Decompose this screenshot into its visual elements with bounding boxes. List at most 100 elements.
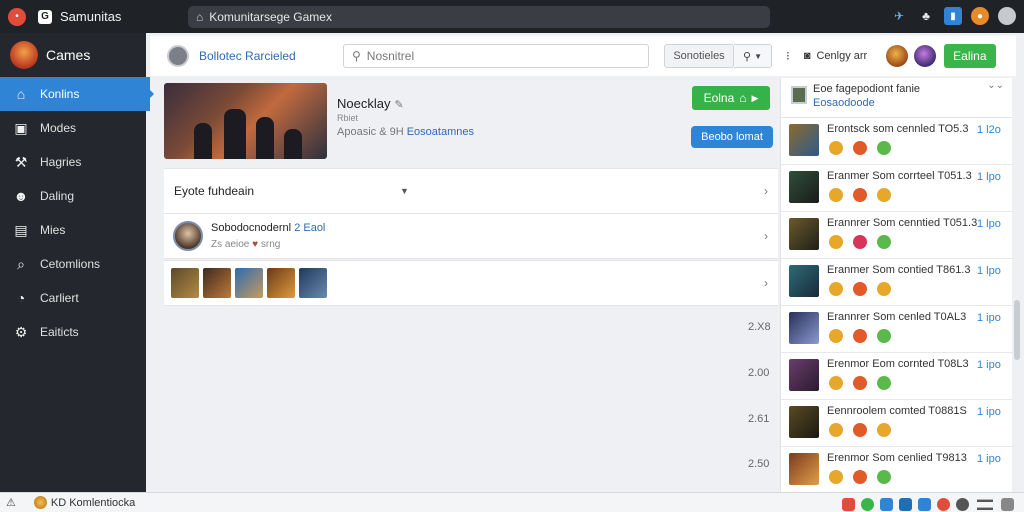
profile-icon[interactable]: ● — [971, 7, 989, 25]
tray-app-icon[interactable] — [861, 497, 874, 511]
chevron-right-icon[interactable]: › — [764, 276, 768, 290]
emoji-icon[interactable] — [829, 423, 843, 437]
sidebar-item-carliert[interactable]: ◔ Carliert — [0, 281, 146, 315]
tray-app-icon[interactable] — [899, 497, 912, 511]
activity-thumbnail[interactable] — [789, 218, 819, 250]
like-icon[interactable] — [877, 376, 891, 390]
game-thumbnail[interactable] — [171, 268, 199, 298]
account-avatar-icon[interactable] — [998, 7, 1016, 25]
game-thumbnail[interactable] — [203, 268, 231, 298]
like-icon[interactable] — [877, 235, 891, 249]
user-name[interactable]: Bollotec Rarcieled — [199, 49, 329, 63]
activity-panel-link[interactable]: Eosaodoode — [813, 97, 875, 109]
like-icon[interactable] — [877, 329, 891, 343]
tray-app-icon[interactable] — [842, 497, 855, 511]
vertical-dots-icon[interactable]: ⁝ — [786, 49, 790, 63]
activity-link[interactable]: 1 l2o — [977, 124, 1001, 136]
emoji-icon[interactable] — [877, 188, 891, 202]
activity-thumbnail[interactable] — [789, 453, 819, 485]
activity-thumbnail[interactable] — [789, 124, 819, 156]
activity-item[interactable]: Eennroolem comted T0881S 1 ipo — [781, 400, 1013, 447]
filter-dropdown[interactable]: ⚲ ▼ — [734, 44, 772, 68]
friend-avatar[interactable] — [913, 45, 936, 67]
activity-item[interactable]: Erannrer Som cenled T0AL3 1 ipo — [781, 306, 1013, 353]
chevron-right-icon[interactable]: › — [764, 229, 768, 243]
edit-icon[interactable]: ✎ — [394, 99, 403, 111]
activity-thumbnail[interactable] — [789, 265, 819, 297]
activity-link[interactable]: 1 lpo — [977, 265, 1001, 277]
sidebar-item-cetomlions[interactable]: ⌕ Cetomlions — [0, 247, 146, 281]
activity-item[interactable]: Eranmer Som contied T861.3 1 lpo — [781, 259, 1013, 306]
sidebar-brand[interactable]: Cames — [0, 33, 146, 77]
game-meta-link[interactable]: Eosoatamnes — [407, 126, 474, 138]
emoji-icon[interactable] — [877, 282, 891, 296]
activity-link[interactable]: 1 lpo — [977, 218, 1001, 230]
chevron-double-down-icon[interactable]: ⌄⌄ — [987, 80, 1004, 91]
warning-icon[interactable]: ⚠ — [6, 496, 16, 509]
emoji-icon[interactable] — [829, 282, 843, 296]
sort-button[interactable]: Sonotieles — [664, 44, 734, 68]
tray-app-icon[interactable] — [880, 497, 893, 511]
heart-icon[interactable] — [853, 282, 867, 296]
heart-icon[interactable] — [853, 141, 867, 155]
extension-icon[interactable]: ✈ — [890, 7, 908, 25]
emoji-icon[interactable] — [829, 329, 843, 343]
bookmark-icon[interactable]: ▮ — [944, 7, 962, 25]
chevron-right-icon[interactable]: › — [764, 184, 768, 198]
heart-icon[interactable] — [853, 329, 867, 343]
play-button[interactable]: Eolna ⌂ ▶ — [692, 86, 770, 110]
activity-item[interactable]: Erontsck som cennled TO5.3 1 l2o — [781, 118, 1013, 165]
activity-link[interactable]: 1 ipo — [977, 312, 1001, 324]
emoji-icon[interactable] — [877, 423, 891, 437]
emoji-icon[interactable] — [829, 235, 843, 249]
user-row-badge[interactable]: 2 Eaol — [294, 222, 325, 234]
emoji-icon[interactable] — [829, 470, 843, 484]
address-bar[interactable]: ⌂ Komunitarsege Gamex — [188, 5, 770, 28]
heart-icon[interactable] — [853, 470, 867, 484]
sidebar-item-mies[interactable]: ▤ Mies — [0, 213, 146, 247]
friend-avatar[interactable] — [885, 45, 908, 67]
app-icon[interactable] — [33, 496, 47, 509]
like-icon[interactable] — [877, 470, 891, 484]
sidebar-item-hagries[interactable]: ⚒ Hagries — [0, 145, 146, 179]
user-avatar[interactable] — [167, 45, 189, 67]
online-button[interactable]: Ealina — [943, 44, 996, 68]
chevron-down-icon[interactable]: ▼ — [400, 186, 409, 196]
scrollbar[interactable] — [1014, 300, 1020, 360]
tray-app-icon[interactable] — [918, 497, 931, 511]
sidebar-item-modes[interactable]: ▣ Modes — [0, 111, 146, 145]
activity-thumbnail[interactable] — [789, 359, 819, 391]
heart-icon[interactable] — [853, 376, 867, 390]
activity-thumbnail[interactable] — [789, 171, 819, 203]
heart-icon[interactable] — [853, 423, 867, 437]
tray-app-icon[interactable] — [937, 497, 950, 511]
list-item[interactable]: Sobodocnodernl 2 Eaol Zs aeioe ♥ srng › — [164, 213, 778, 259]
puzzle-icon[interactable]: ♣ — [917, 7, 935, 25]
activity-thumbnail[interactable] — [789, 406, 819, 438]
like-icon[interactable] — [877, 141, 891, 155]
search-input[interactable]: ⚲ Nosnitrel — [343, 44, 649, 68]
list-item[interactable]: Eyote fuhdeain ▼ › — [164, 168, 778, 214]
activity-item[interactable]: Erannrer Som cenntied T051.3 1 lpo — [781, 212, 1013, 259]
sidebar-item-konlins[interactable]: ⌂ Konlins — [0, 77, 154, 111]
clock-icon[interactable]: ▬▬ ▬▬ — [975, 496, 995, 512]
secondary-button[interactable]: Beobo lomat — [691, 126, 773, 148]
emoji-icon[interactable] — [829, 376, 843, 390]
sidebar-item-eaiticts[interactable]: ⚙ Eaiticts — [0, 315, 146, 349]
emoji-icon[interactable] — [829, 188, 843, 202]
activity-thumbnail[interactable] — [789, 312, 819, 344]
list-item[interactable]: › — [164, 260, 778, 306]
activity-link[interactable]: 1 ipo — [977, 359, 1001, 371]
activity-item[interactable]: Erenmor Som cenlied T9813 1 ipo — [781, 447, 1013, 494]
game-thumbnail[interactable] — [235, 268, 263, 298]
close-icon[interactable]: • — [8, 7, 26, 26]
status-bar-label[interactable]: KD Komlentiocka — [51, 497, 135, 509]
avatar[interactable] — [173, 221, 203, 251]
heart-icon[interactable] — [853, 235, 867, 249]
sidebar-item-daling[interactable]: ☻ Daling — [0, 179, 146, 213]
game-thumbnail[interactable] — [299, 268, 327, 298]
emoji-icon[interactable] — [829, 141, 843, 155]
activity-item[interactable]: Erenmor Eom cornted T08L3 1 ipo — [781, 353, 1013, 400]
activity-item[interactable]: Eranmer Som corrteel T051.3 1 lpo — [781, 165, 1013, 212]
game-banner-image[interactable] — [164, 83, 327, 159]
